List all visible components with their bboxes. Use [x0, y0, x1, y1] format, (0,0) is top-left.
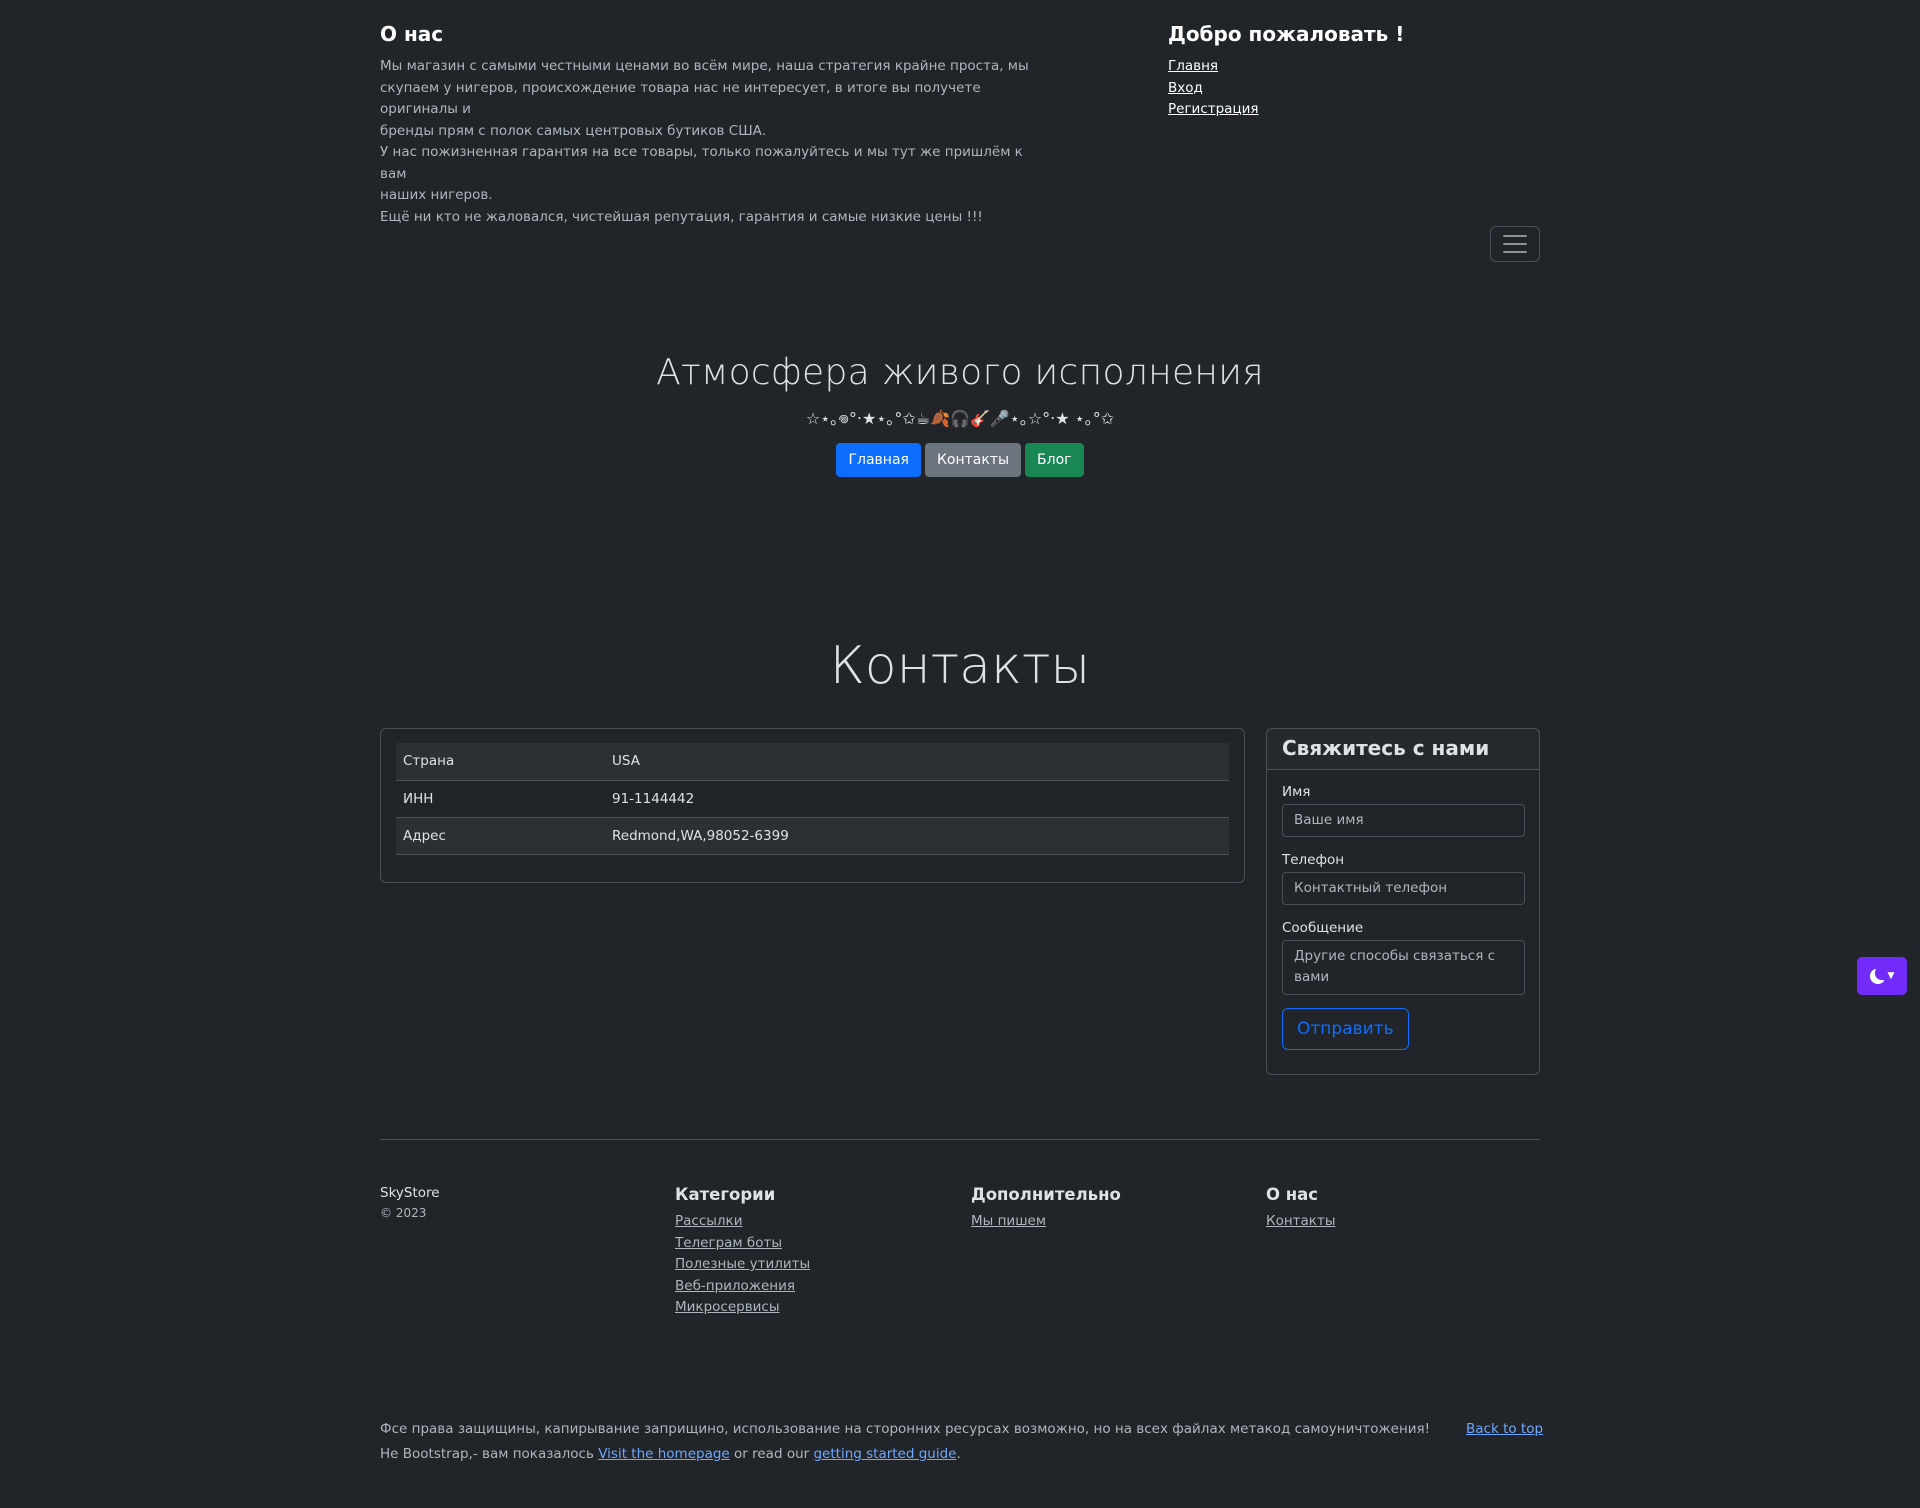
phone-input[interactable]: Контактный телефон	[1282, 872, 1525, 905]
submit-button[interactable]: Отправить	[1282, 1008, 1409, 1050]
about-line: У нас пожизненная гарантия на все товары…	[380, 144, 1023, 182]
table-row: Страна USA	[396, 743, 1229, 781]
about-line: Мы магазин с самыми честными ценами во в…	[380, 58, 1029, 74]
contact-form-card: Свяжитесь с нами Имя Ваше имя Телефон Ко…	[1266, 728, 1540, 1075]
table-cell-value: 91-1144442	[605, 780, 1229, 818]
home-button[interactable]: Главная	[836, 443, 921, 477]
footer-divider	[380, 1139, 1540, 1140]
about-line: бренды прям с полок самых центровых бути…	[380, 122, 767, 139]
contacts-button[interactable]: Контакты	[924, 443, 1022, 477]
footer-link-contacts[interactable]: Контакты	[1266, 1213, 1335, 1229]
table-row: Адрес Redmond,WA,98052-6399	[396, 817, 1229, 855]
hero-buttons: Главная Контакты Блог	[0, 443, 1920, 477]
bootstrap-suffix: .	[956, 1446, 961, 1462]
footer-link-web-apps[interactable]: Веб-приложения	[675, 1278, 795, 1294]
table-cell-value: Redmond,WA,98052-6399	[605, 817, 1229, 855]
about-line: скупаем у нигеров, происхождение товара …	[380, 79, 981, 118]
contact-form-title: Свяжитесь с нами	[1267, 729, 1539, 770]
homepage-link[interactable]: Visit the homepage	[598, 1446, 730, 1462]
navbar-toggler-button[interactable]	[1490, 226, 1540, 262]
back-to-top-link[interactable]: Back to top	[1466, 1421, 1543, 1437]
hamburger-icon	[1503, 243, 1527, 245]
contacts-table: Страна USA ИНН 91-1144442 Адрес Redmond,…	[396, 743, 1229, 855]
welcome-title: Добро пожаловать !	[1168, 22, 1405, 46]
blog-button[interactable]: Блог	[1025, 443, 1084, 477]
footer-link-mailings[interactable]: Рассылки	[675, 1213, 742, 1229]
phone-label: Телефон	[1282, 852, 1345, 868]
footer-brand: SkyStore	[380, 1185, 440, 1201]
link-register[interactable]: Регистрация	[1168, 101, 1259, 117]
bootstrap-prefix: Не Bootstrap,- вам показалось	[380, 1446, 599, 1462]
getting-started-link[interactable]: getting started guide	[813, 1446, 956, 1462]
footer-categories-title: Категории	[675, 1185, 776, 1204]
hero-title: Атмосфера живого исполнения	[656, 352, 1264, 393]
footer-link-utilities[interactable]: Полезные утилиты	[675, 1256, 810, 1272]
bootstrap-middle: or read our	[729, 1446, 814, 1462]
about-section: О нас Мы магазин с самыми честными ценам…	[380, 22, 1040, 228]
message-label: Сообщение	[1282, 920, 1364, 936]
welcome-section: Добро пожаловать ! Главня Вход Регистрац…	[1168, 22, 1468, 121]
caret-down-icon: ▼	[1887, 971, 1895, 981]
footer-link-microservices[interactable]: Микросервисы	[675, 1299, 780, 1315]
table-cell-key: ИНН	[396, 780, 605, 818]
table-cell-key: Страна	[396, 743, 605, 781]
table-row: ИНН 91-1144442	[396, 780, 1229, 818]
about-title: О нас	[380, 22, 444, 46]
link-home[interactable]: Главня	[1168, 58, 1218, 74]
about-text: Мы магазин с самыми честными ценами во в…	[380, 56, 1040, 228]
footer-about-column: О нас Контакты	[1266, 1185, 1335, 1233]
name-label: Имя	[1282, 784, 1311, 800]
footer-about-title: О нас	[1266, 1185, 1319, 1204]
about-line: наших нигеров.	[380, 187, 493, 203]
hamburger-icon	[1503, 251, 1527, 253]
footer-rights-text: Фсе права защищины, капирывание заприщин…	[380, 1421, 1431, 1437]
footer-extra-column: Дополнительно Мы пишем	[971, 1185, 1121, 1233]
link-login[interactable]: Вход	[1168, 80, 1203, 96]
footer-brand-column: SkyStore © 2023	[380, 1185, 440, 1220]
contact-form: Имя Ваше имя Телефон Контактный телефон …	[1267, 770, 1539, 1050]
footer-categories-column: Категории Рассылки Телеграм боты Полезны…	[675, 1185, 810, 1319]
contacts-card: Страна USA ИНН 91-1144442 Адрес Redmond,…	[380, 728, 1245, 883]
welcome-links: Главня Вход Регистрация	[1168, 56, 1468, 121]
table-cell-value: USA	[605, 743, 1229, 781]
footer-link-we-write[interactable]: Мы пишем	[971, 1213, 1046, 1229]
contacts-title: Контакты	[829, 636, 1091, 696]
about-line: Ещё ни кто не жаловался, чистейшая репут…	[380, 208, 983, 225]
theme-toggle-button[interactable]: ▼	[1857, 957, 1907, 995]
footer-extra-title: Дополнительно	[971, 1185, 1121, 1204]
name-input[interactable]: Ваше имя	[1282, 804, 1525, 837]
message-textarea[interactable]: Другие способы связаться с вами	[1282, 940, 1525, 995]
table-cell-key: Адрес	[396, 817, 605, 855]
footer-copyright: © 2023	[380, 1206, 427, 1220]
footer-link-telegram-bots[interactable]: Телеграм боты	[675, 1235, 782, 1251]
hero-decoration: ☆⋆｡𖦹°‧★⋆｡°✩☕🍂🎧🎸🎤⋆｡☆°‧★ ⋆｡°✩	[805, 409, 1115, 428]
hero-section: Атмосфера живого исполнения ☆⋆｡𖦹°‧★⋆｡°✩☕…	[0, 352, 1920, 477]
footer-bootstrap-text: Не Bootstrap,- вам показалось Visit the …	[380, 1446, 961, 1462]
hamburger-icon	[1503, 235, 1527, 237]
moon-icon	[1869, 968, 1884, 984]
